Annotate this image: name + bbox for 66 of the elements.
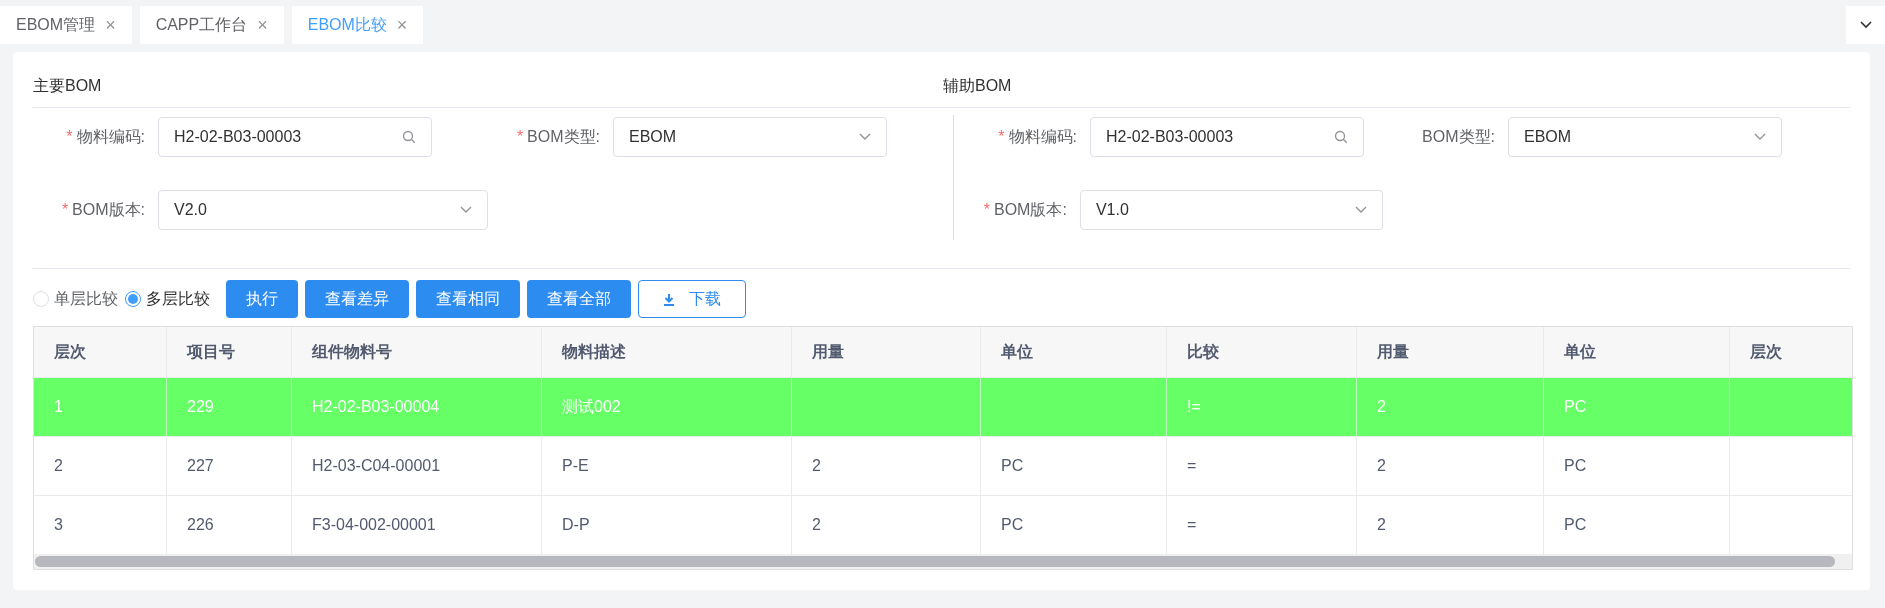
table-cell-text: H2-02-B03-00004	[312, 397, 440, 417]
table-row[interactable]: 2 227 H2-03-C04-00001 P-E 2 PC = 2 PC	[34, 436, 1852, 495]
table-cell-text: !=	[1187, 397, 1201, 417]
select-field[interactable]: V1.0	[1079, 190, 1383, 230]
section-title: 主要BOM	[33, 74, 943, 108]
table-cell-text: PC	[1564, 515, 1587, 535]
table-cell-text: 2	[812, 456, 821, 476]
table-cell-text: 1	[54, 397, 63, 417]
table-cell-text: PC	[1564, 397, 1587, 417]
table-cell-text: 2	[1377, 397, 1386, 417]
search-icon	[402, 130, 416, 144]
field-label: BOM版本:	[72, 200, 145, 220]
action-button[interactable]: 执行	[226, 280, 298, 318]
required-mark: *	[66, 127, 73, 147]
tab[interactable]: EBOM管理 ×	[0, 6, 132, 44]
search-field[interactable]: H2-02-B03-00003	[158, 117, 432, 157]
table-cell-text: D-P	[562, 515, 590, 535]
action-button[interactable]: 查看全部	[527, 280, 631, 318]
table-cell-text: =	[1187, 456, 1197, 476]
table-cell-text: 229	[187, 397, 214, 417]
table-cell-text: 3	[54, 515, 63, 535]
field-label: BOM类型:	[527, 127, 600, 147]
tab[interactable]: CAPP工作台 ×	[139, 6, 284, 44]
field-label: 物料编码:	[1008, 127, 1077, 147]
table-cell-text: 2	[1377, 456, 1386, 476]
table-cell-text: =	[1187, 515, 1197, 535]
chevron-down-icon	[859, 133, 871, 141]
chevron-down-icon	[1859, 21, 1872, 29]
required-mark: *	[998, 127, 1005, 147]
select-field[interactable]: EBOM	[1508, 117, 1782, 157]
table-cell-text: 2	[812, 515, 821, 535]
column-header: 层次	[1749, 342, 1783, 362]
download-button[interactable]: 下载	[638, 280, 746, 318]
field-label: BOM版本:	[994, 200, 1067, 220]
table-cell-text: 测试002	[562, 397, 621, 417]
required-mark: *	[61, 200, 69, 220]
table-cell-text: PC	[1001, 515, 1024, 535]
tabs-dropdown-button[interactable]	[1846, 6, 1885, 44]
select-field[interactable]: EBOM	[613, 117, 887, 157]
table-row[interactable]: 3 226 F3-04-002-00001 D-P 2 PC = 2 PC	[34, 495, 1852, 554]
radio-option[interactable]: 单层比较	[33, 287, 118, 311]
action-button[interactable]: 查看相同	[416, 280, 520, 318]
table-cell-text: PC	[1564, 456, 1587, 476]
field-label: 物料编码:	[76, 127, 145, 147]
table-cell-text: 226	[187, 515, 214, 535]
chevron-down-icon	[1355, 206, 1367, 214]
horizontal-scrollbar[interactable]	[34, 554, 1852, 569]
table-cell-text: 2	[1377, 515, 1386, 535]
required-mark: *	[983, 200, 990, 220]
action-button[interactable]: 查看差异	[305, 280, 409, 318]
search-field[interactable]: H2-02-B03-00003	[1090, 117, 1364, 157]
section-title: 辅助BOM	[943, 74, 1850, 108]
chevron-down-icon	[460, 206, 472, 214]
table-cell-text: 227	[187, 456, 214, 476]
table-cell-text: PC	[1001, 456, 1024, 476]
chevron-down-icon	[1754, 133, 1766, 141]
table-cell-text: H2-03-C04-00001	[312, 456, 441, 476]
field-label: BOM类型:	[1422, 127, 1495, 147]
required-mark: *	[516, 127, 524, 147]
table-cell-text: 2	[54, 456, 63, 476]
radio-option[interactable]: 多层比较	[125, 287, 210, 311]
download-icon	[663, 292, 675, 306]
table-cell-text: F3-04-002-00001	[312, 515, 436, 535]
table-cell-text: P-E	[562, 456, 589, 476]
search-icon	[1334, 130, 1348, 144]
select-field[interactable]: V2.0	[158, 190, 488, 230]
